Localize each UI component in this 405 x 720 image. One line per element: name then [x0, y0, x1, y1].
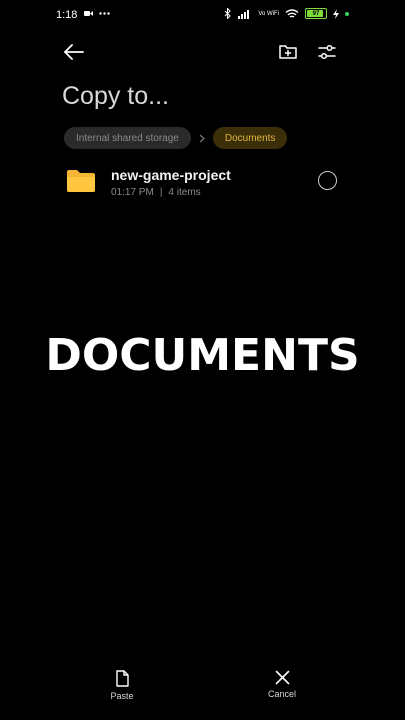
more-icon	[99, 12, 110, 15]
page-title: Copy to...	[62, 82, 169, 110]
cancel-label: Cancel	[267, 689, 296, 699]
cancel-button[interactable]: Cancel	[252, 670, 312, 699]
meta-separator: |	[159, 187, 163, 198]
breadcrumb-item-internal-storage[interactable]: Internal shared storage	[64, 127, 191, 149]
chevron-right-icon	[199, 134, 205, 142]
file-time: 01:17 PM	[111, 187, 154, 198]
charging-icon	[333, 8, 339, 19]
privacy-dot	[345, 11, 349, 16]
signal-icon	[238, 9, 250, 19]
network-label: Vo WiFi	[258, 10, 279, 17]
bluetooth-icon	[224, 8, 232, 19]
close-icon	[275, 670, 289, 685]
folder-icon	[67, 170, 95, 192]
battery-level: 97	[312, 10, 320, 17]
top-bar	[0, 36, 405, 68]
overlay-caption: DOCUMENTS	[45, 330, 360, 381]
wifi-icon	[285, 8, 299, 18]
sliders-icon	[318, 44, 336, 60]
file-item-count: 4 items	[168, 187, 201, 198]
filter-button[interactable]	[313, 38, 341, 66]
status-bar: 1:18 Vo WiFi 97	[0, 0, 405, 32]
arrow-left-icon	[64, 44, 84, 60]
video-icon	[84, 11, 93, 16]
status-time: 1:18	[56, 9, 78, 21]
breadcrumb-item-documents[interactable]: Documents	[212, 127, 288, 149]
list-item[interactable]: new-game-project 01:17 PM | 4 items	[0, 160, 405, 204]
paste-button[interactable]: Paste	[92, 670, 152, 701]
select-radio[interactable]	[318, 171, 337, 190]
back-button[interactable]	[60, 38, 88, 66]
folder-plus-icon	[279, 45, 297, 59]
new-folder-button[interactable]	[274, 38, 302, 66]
file-meta: 01:17 PM | 4 items	[111, 187, 201, 198]
file-name: new-game-project	[111, 167, 231, 183]
battery-icon: 97	[305, 8, 327, 19]
breadcrumb: Internal shared storage Documents	[64, 127, 288, 149]
paste-label: Paste	[110, 691, 134, 701]
paste-icon	[116, 670, 129, 687]
